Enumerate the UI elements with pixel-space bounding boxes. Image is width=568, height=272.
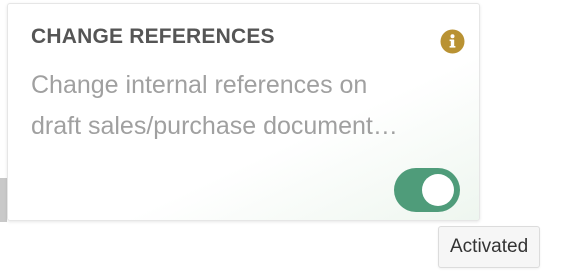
toggle-tooltip: Activated xyxy=(438,226,541,268)
toggle-knob[interactable] xyxy=(422,174,454,206)
feature-card: CHANGE REFERENCES Change internal refere… xyxy=(7,3,480,221)
card-description-line-2: draft sales/purchase document… xyxy=(31,112,398,140)
app-stage: CHANGE REFERENCES Change internal refere… xyxy=(0,0,568,272)
card-title: CHANGE REFERENCES xyxy=(31,25,275,48)
activation-toggle[interactable] xyxy=(394,168,460,212)
info-icon[interactable] xyxy=(440,29,465,54)
adjacent-card-edge xyxy=(0,178,7,222)
card-description: Change internal references on draft sale… xyxy=(31,65,471,147)
card-description-line-1: Change internal references on xyxy=(31,71,368,99)
